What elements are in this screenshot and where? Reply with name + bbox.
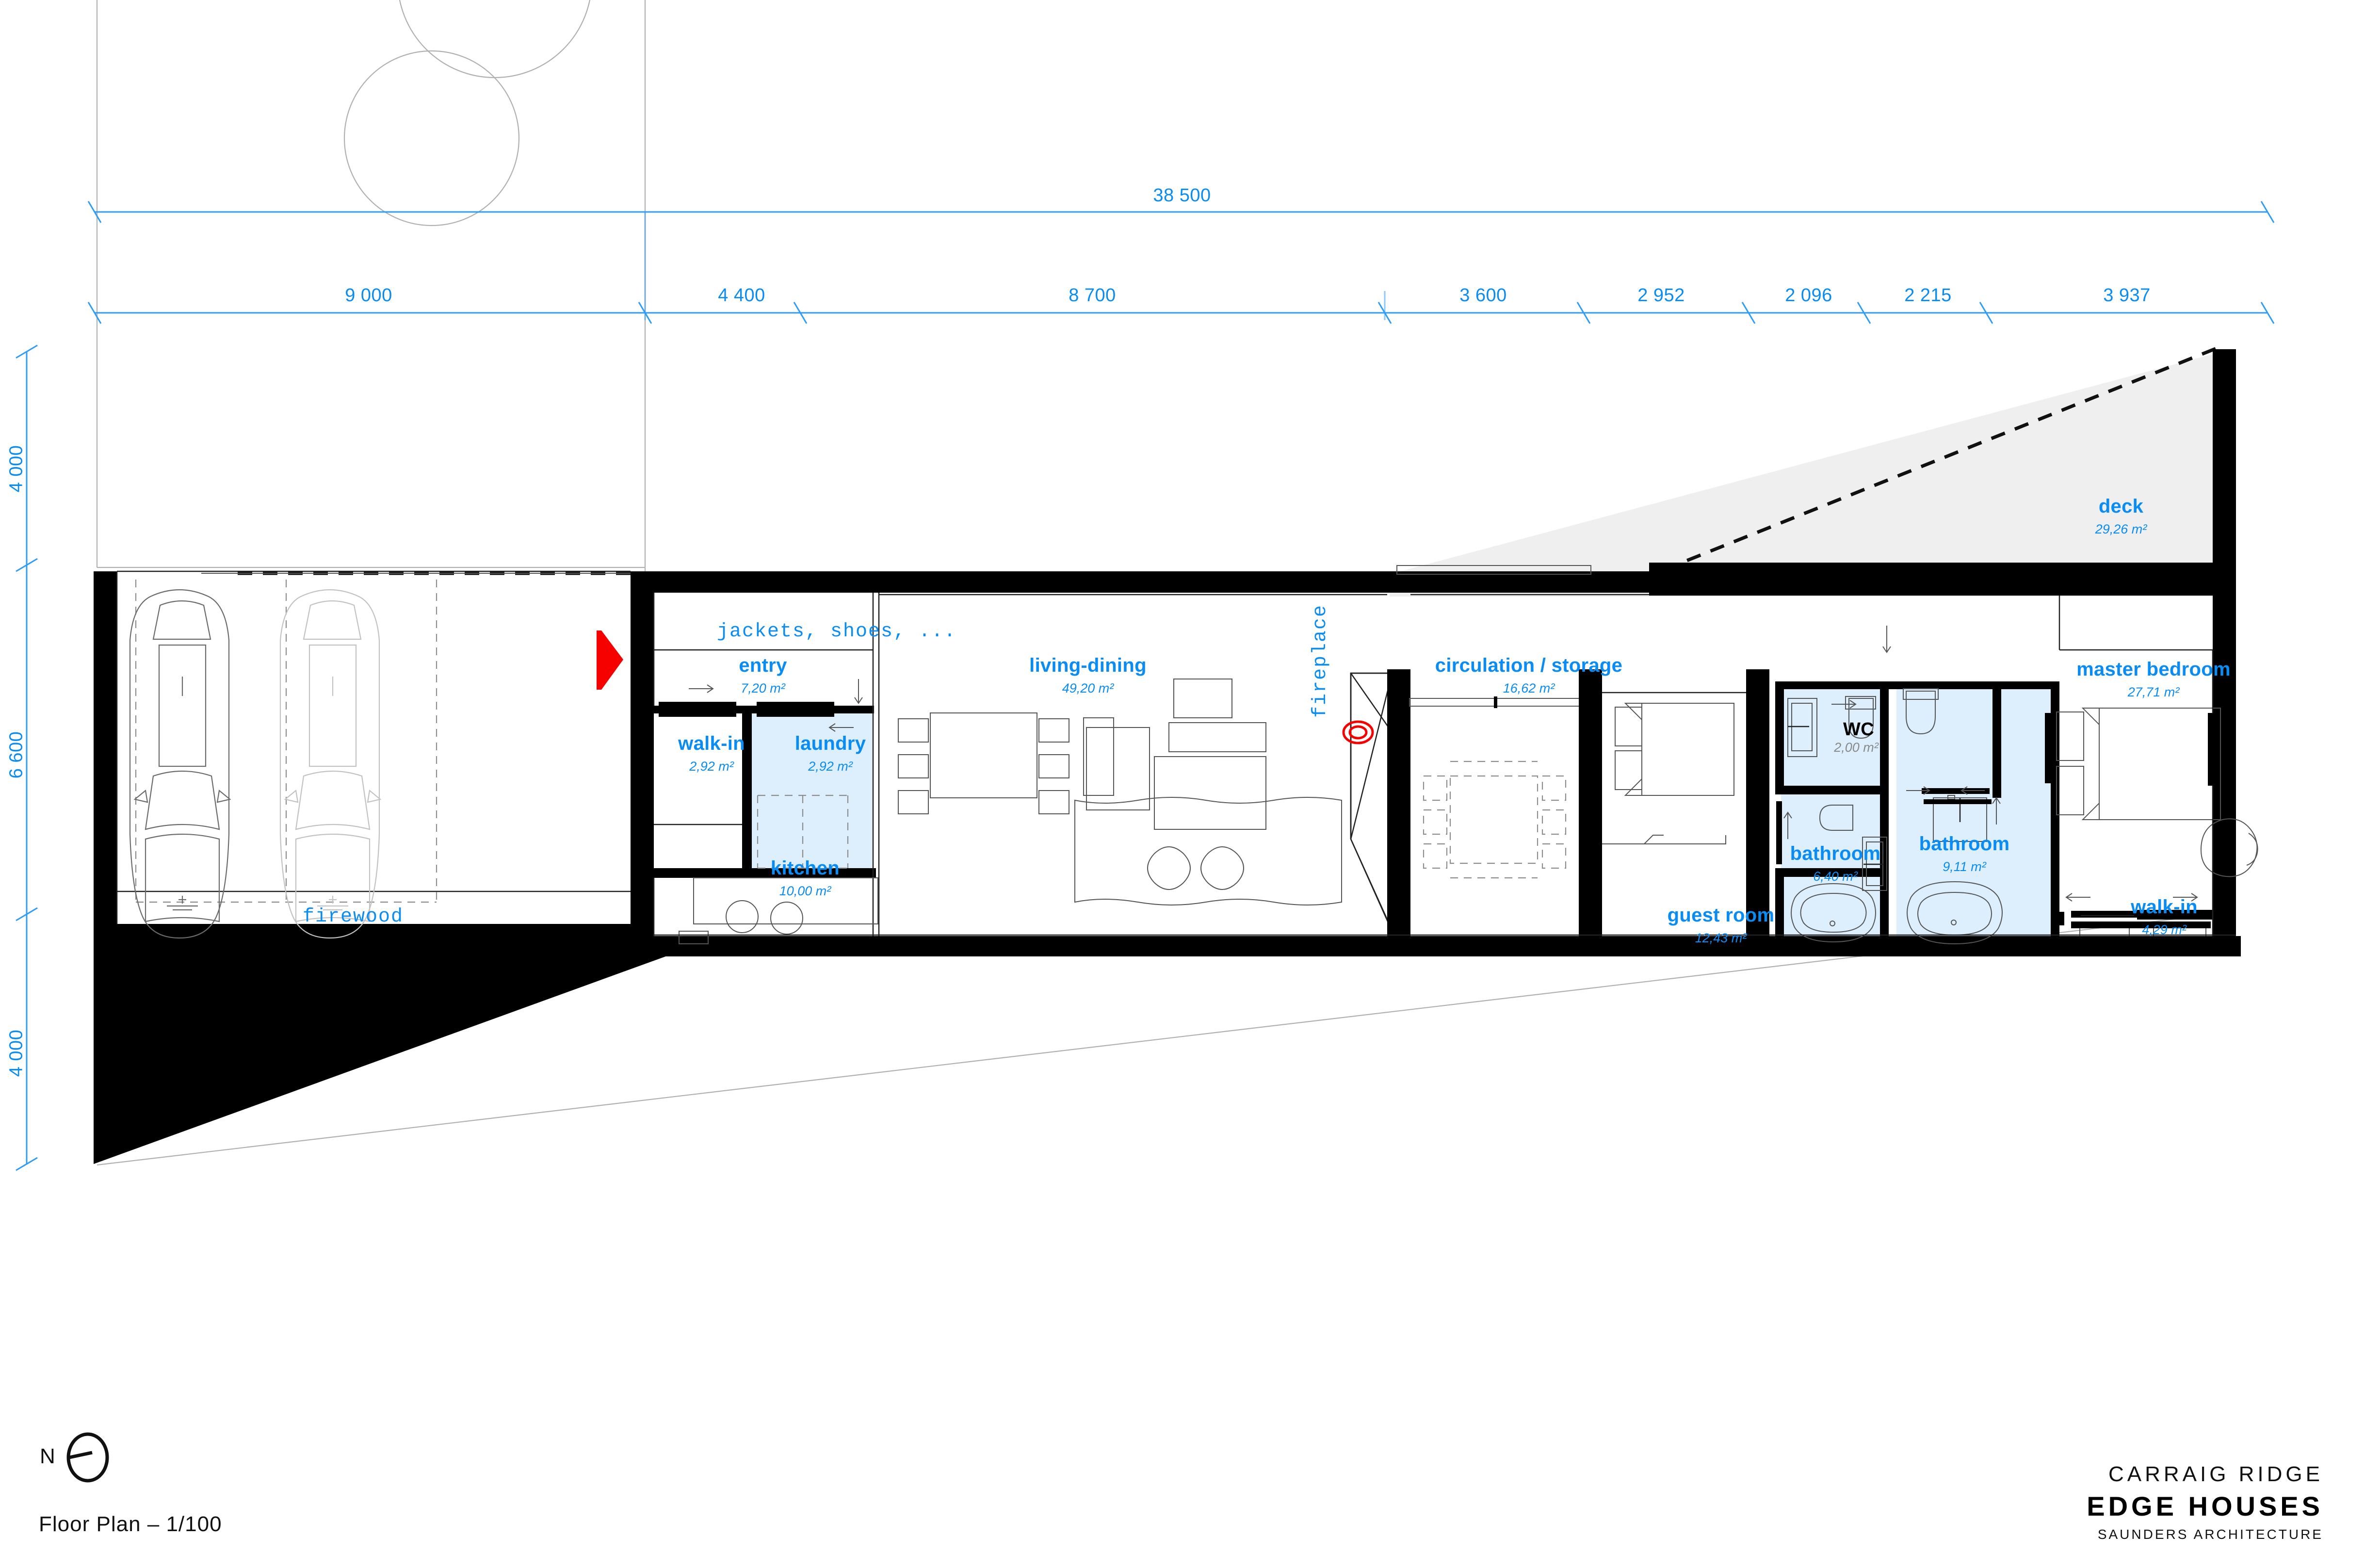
dimension-left-1: 6 600 [6, 731, 27, 779]
north-arrow-icon [66, 1432, 109, 1483]
dimension-left-0: 4 000 [6, 445, 27, 493]
dimension-top-5: 2 096 [1785, 285, 1832, 306]
kitchen-fixtures [653, 877, 878, 944]
car-outline-1 [129, 589, 231, 939]
car-outline-2 [279, 589, 382, 939]
room-area-master-bedroom: 27,71 m² [2127, 685, 2180, 699]
room-area-entry: 7,20 m² [741, 681, 785, 695]
room-area-circulation: 16,62 m² [1503, 681, 1555, 695]
room-label-circulation: circulation / storage [1435, 655, 1623, 676]
room-label-laundry: laundry [794, 733, 866, 754]
room-area-guest-room: 12,43 m² [1695, 931, 1747, 945]
room-label-deck: deck [2098, 496, 2144, 517]
room-label-entry: entry [739, 655, 787, 676]
dimension-top-7: 3 937 [2103, 285, 2151, 306]
room-area-deck: 29,26 m² [2095, 522, 2147, 536]
garage-walls [94, 570, 679, 1164]
annotation-firewood: firewood [302, 906, 404, 928]
dimension-overall-label: 38 500 [1153, 185, 1211, 206]
room-area-walk-in-front: 2,92 m² [689, 759, 734, 774]
room-label-living-dining: living-dining [1029, 655, 1147, 676]
dimension-top-0: 9 000 [345, 285, 392, 306]
dimension-top-4: 2 952 [1637, 285, 1685, 306]
room-label-guest-room: guest room [1667, 905, 1775, 926]
site-guide-circles [343, 0, 591, 226]
room-label-walk-in-front: walk-in [678, 733, 745, 754]
circulation-elements [1387, 669, 1602, 941]
room-area-living-dining: 49,20 m² [1062, 681, 1114, 695]
floor-plan-sheet: .wall{fill:#000;} .thin{fill:none;stroke… [0, 0, 2365, 1568]
floor-plan-drawing: .wall{fill:#000;} .thin{fill:none;stroke… [16, 0, 2275, 1483]
dimension-top-3: 3 600 [1459, 285, 1507, 306]
room-area-wc: 2,00 m² [1834, 740, 1879, 755]
site-guide-lines [96, 0, 646, 621]
deck-area [1390, 343, 2234, 597]
room-area-laundry: 2,92 m² [808, 759, 853, 774]
room-area-bathroom-master: 9,11 m² [1943, 859, 1986, 874]
room-label-wc: WC [1843, 719, 1874, 740]
room-area-walk-in-master: 4,29 m² [2142, 922, 2187, 937]
guest-room-elements [1579, 669, 1769, 941]
room-label-kitchen: kitchen [770, 857, 840, 879]
logo-line-2: EDGE HOUSES [2087, 1491, 2323, 1521]
room-label-master-bedroom: master bedroom [2076, 659, 2231, 680]
parking-stalls [135, 580, 437, 903]
dimension-top-6: 2 215 [1904, 285, 1952, 306]
room-area-kitchen: 10,00 m² [779, 884, 831, 898]
dimension-top-2: 8 700 [1069, 285, 1116, 306]
room-label-bathroom-small: bathroom [1790, 843, 1881, 864]
room-label-walk-in-master: walk-in [2131, 896, 2198, 918]
entry-direction-marker [597, 630, 623, 690]
logo-line-1: CARRAIG RIDGE [2108, 1462, 2323, 1486]
dimension-top-1: 4 400 [718, 285, 765, 306]
dimension-chain-top [87, 212, 2275, 324]
room-label-bathroom-master: bathroom [1919, 833, 2010, 855]
dimension-left-2: 4 000 [6, 1029, 27, 1077]
annotation-fireplace: fireplace [1310, 604, 1331, 718]
logo-line-3: SAUNDERS ARCHITECTURE [2097, 1527, 2323, 1542]
annotation-jackets: jackets, shoes, ... [716, 621, 957, 643]
living-dining-furniture [898, 679, 1342, 905]
sheet-caption: Floor Plan – 1/100 [39, 1512, 222, 1536]
room-area-bathroom-small: 6,40 m² [1813, 869, 1858, 884]
north-label: N [40, 1444, 55, 1468]
